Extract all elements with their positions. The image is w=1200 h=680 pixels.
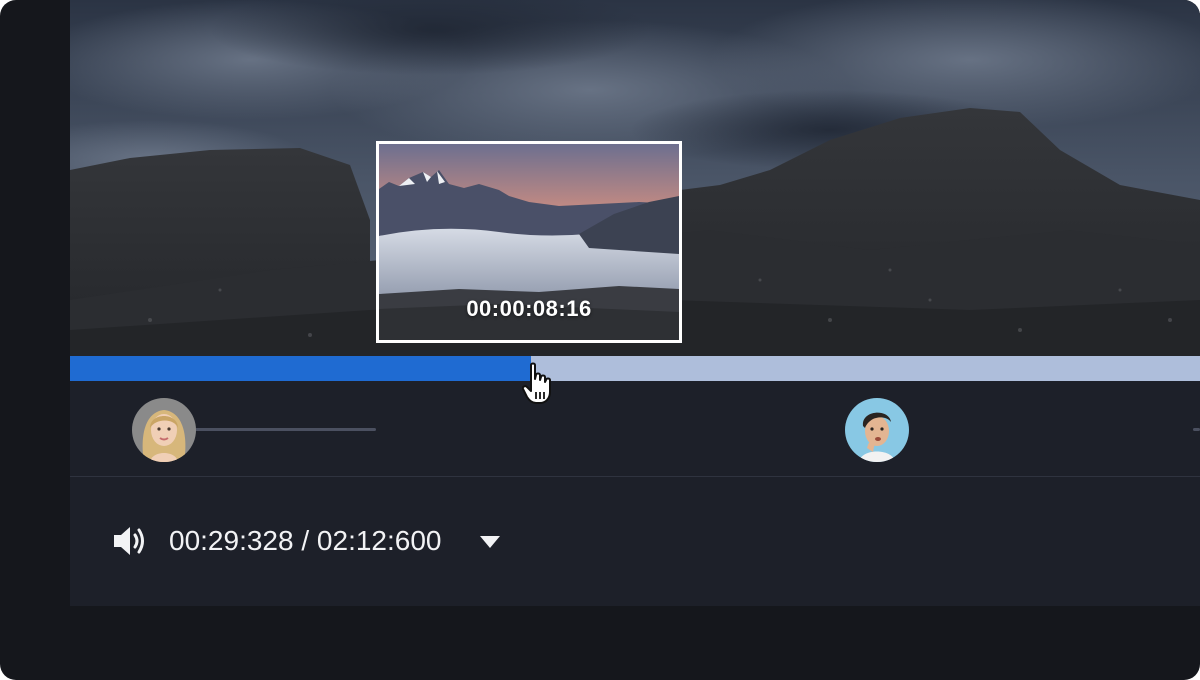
- speaker-segment: [1193, 428, 1200, 431]
- chevron-down-icon[interactable]: [480, 535, 500, 553]
- avatar[interactable]: [845, 398, 909, 462]
- current-time: 00:29:328: [169, 525, 294, 556]
- speaker-timeline: [70, 381, 1200, 476]
- time-display: 00:29:328 / 02:12:600: [169, 525, 442, 557]
- player-frame: 00:00:08:16 00:29:328 / 02:12:600: [0, 0, 1200, 680]
- total-time: 02:12:600: [316, 525, 442, 556]
- seek-preview-thumbnail: 00:00:08:16: [376, 141, 682, 343]
- speaker-segment: [195, 428, 376, 431]
- progress-played: [70, 356, 531, 381]
- avatar[interactable]: [132, 398, 196, 462]
- volume-icon[interactable]: [112, 524, 148, 563]
- time-separator: /: [301, 525, 310, 556]
- video-player: 00:00:08:16 00:29:328 / 02:12:600: [70, 0, 1200, 606]
- progress-bar[interactable]: [70, 356, 1200, 381]
- player-controls: 00:29:328 / 02:12:600: [70, 477, 1200, 606]
- preview-timestamp: 00:00:08:16: [466, 296, 592, 321]
